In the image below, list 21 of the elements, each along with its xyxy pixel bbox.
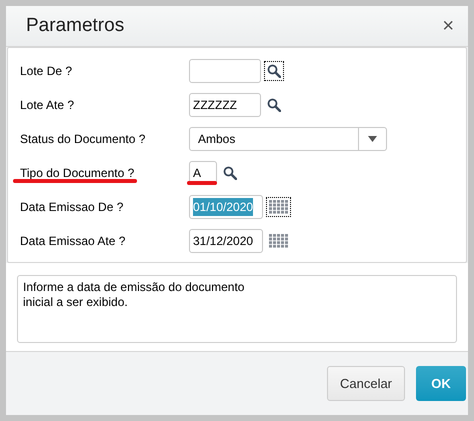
dropdown-field[interactable]: Ambos: [189, 126, 387, 151]
input-field[interactable]: ZZZZZZ: [189, 92, 261, 117]
calendar-icon[interactable]: [267, 232, 290, 250]
search-icon[interactable]: [265, 96, 283, 114]
help-text: inicial a ser exibido.: [23, 294, 129, 310]
dialog-title: Parametros: [26, 14, 124, 38]
field-label: Data Emissao Ate ?: [20, 234, 126, 248]
cancel-button[interactable]: Cancelar: [327, 366, 405, 401]
search-icon[interactable]: [221, 164, 239, 182]
search-icon[interactable]: [265, 62, 283, 80]
input-field[interactable]: 31/12/2020: [189, 228, 263, 253]
field-label: Data Emissao De ?: [20, 200, 124, 214]
help-text: Informe a data de emissão do documento: [23, 280, 246, 295]
input-field[interactable]: [189, 58, 261, 83]
field-label: Lote Ate ?: [20, 98, 74, 112]
close-button[interactable]: ×: [442, 16, 454, 36]
caret-icon: [368, 136, 377, 142]
field-label: Tipo do Documento ?: [20, 166, 134, 180]
field-label: Status do Documento ?: [20, 132, 146, 146]
field-label: Lote De ?: [20, 64, 72, 78]
calendar-icon[interactable]: [267, 198, 290, 216]
